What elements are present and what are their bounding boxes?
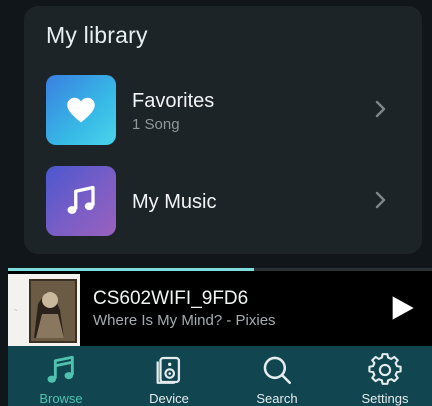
music-note-icon — [47, 355, 74, 383]
tab-browse[interactable]: Browse — [13, 346, 109, 406]
tab-browse-label: Browse — [39, 391, 83, 406]
tab-search-label: Search — [256, 391, 298, 406]
bottom-tab-bar: Browse Device Search Settings — [8, 346, 432, 406]
my-library-card: My library Favorites 1 Song My Music — [24, 6, 422, 254]
now-playing-track: Where Is My Mind? - Pixies — [93, 312, 276, 329]
now-playing-device: CS602WIFI_9FD6 — [93, 288, 249, 309]
gear-icon — [368, 353, 402, 385]
favorites-count: 1 Song — [132, 116, 180, 133]
chevron-right-icon — [375, 100, 386, 118]
favorites-title: Favorites — [132, 90, 215, 112]
heart-icon — [67, 97, 95, 123]
tab-device-label: Device — [149, 391, 189, 406]
album-art: ~ — [8, 274, 80, 346]
chevron-right-icon — [375, 191, 386, 209]
now-playing-bar[interactable]: ~ CS602WIFI_9FD6 Where Is My Mind? - Pix… — [8, 268, 432, 346]
tab-device[interactable]: Device — [121, 346, 217, 406]
svg-text:~: ~ — [14, 308, 18, 314]
playback-progress-bar — [8, 268, 432, 271]
my-music-title: My Music — [132, 191, 217, 213]
play-icon[interactable] — [388, 294, 416, 322]
tab-settings-label: Settings — [361, 391, 409, 406]
album-art-image: ~ — [8, 274, 80, 346]
library-title: My library — [46, 22, 148, 48]
tab-settings[interactable]: Settings — [337, 346, 432, 406]
my-music-thumbnail — [46, 166, 116, 236]
music-note-icon — [67, 185, 95, 214]
search-icon — [263, 356, 292, 385]
library-item-favorites[interactable]: Favorites 1 Song — [46, 75, 414, 147]
favorites-thumbnail — [46, 75, 116, 145]
tab-search[interactable]: Search — [229, 346, 325, 406]
library-item-my-music[interactable]: My Music — [46, 166, 414, 238]
playback-progress-fill — [8, 268, 254, 271]
speaker-icon — [156, 356, 181, 384]
